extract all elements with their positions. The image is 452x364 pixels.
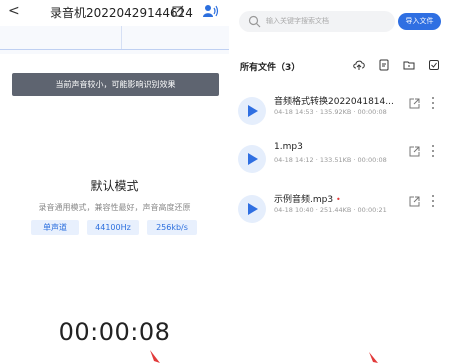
document-icon[interactable]	[378, 59, 390, 71]
list-item[interactable]: 1.mp3 04-18 14:12 · 133.51KB · 00:00:08	[231, 138, 452, 178]
play-icon	[248, 105, 258, 117]
folder-icon[interactable]	[403, 59, 415, 71]
mode-title: 默认模式	[90, 179, 139, 193]
bitrate-chip: 256kb/s	[147, 220, 197, 235]
low-volume-hint: 当前声音较小，可能影响识别效果	[12, 73, 219, 96]
search-placeholder: 输入关键字搜索文档	[266, 17, 329, 25]
share-icon[interactable]	[409, 196, 420, 207]
more-icon[interactable]	[431, 144, 435, 158]
recording-timer: 00:00:08	[58, 318, 171, 346]
file-meta: 04-18 14:12 · 133.51KB · 00:00:08	[274, 156, 387, 164]
select-check-icon[interactable]	[428, 59, 440, 71]
share-icon[interactable]	[409, 98, 420, 109]
all-files-heading: 所有文件（3）	[240, 63, 301, 73]
voice-settings-icon[interactable]	[203, 4, 219, 18]
cloud-upload-icon[interactable]	[353, 59, 365, 71]
file-name: 1.mp3	[274, 142, 303, 152]
edit-icon[interactable]	[172, 5, 184, 17]
list-item[interactable]: 示例音频.mp3 • 04-18 10:40 · 251.44KB · 00:0…	[231, 188, 452, 228]
pointer-arrow-icon	[150, 350, 160, 363]
pointer-arrow-icon	[369, 352, 378, 363]
back-icon[interactable]: <	[8, 3, 20, 19]
search-icon	[248, 15, 261, 28]
waveform-marker	[121, 26, 122, 50]
file-meta: 04-18 10:40 · 251.44KB · 00:00:21	[274, 206, 387, 214]
list-item[interactable]: 音频格式转换2022041814... 04-18 14:53 · 135.92…	[231, 90, 452, 130]
mode-description: 录音通用模式，兼容性最好，声音高度还原	[38, 203, 191, 212]
sample-rate-chip: 44100Hz	[87, 220, 139, 235]
channel-chip: 单声道	[31, 220, 79, 235]
new-badge: •	[335, 195, 341, 204]
search-input[interactable]: 输入关键字搜索文档	[239, 11, 395, 32]
share-icon[interactable]	[409, 146, 420, 157]
play-icon	[248, 153, 258, 165]
play-button[interactable]	[238, 195, 266, 223]
more-icon[interactable]	[431, 194, 435, 208]
play-button[interactable]	[238, 97, 266, 125]
play-button[interactable]	[238, 145, 266, 173]
file-name: 示例音频.mp3 •	[274, 195, 341, 205]
import-file-button[interactable]: 导入文件	[398, 13, 441, 30]
file-meta: 04-18 14:53 · 135.92KB · 00:00:08	[274, 108, 387, 116]
play-icon	[248, 203, 258, 215]
recorder-top-bar: < 录音机20220429144624	[0, 0, 229, 26]
file-list-panel: 输入关键字搜索文档 导入文件 所有文件（3） 音频格式转换2022041814.…	[231, 0, 452, 364]
file-name: 音频格式转换2022041814...	[274, 97, 394, 107]
recorder-panel: < 录音机20220429144624 当前声音较小，可能影响识别效果 默认模式…	[0, 0, 229, 364]
waveform-baseline	[0, 49, 229, 50]
more-icon[interactable]	[431, 96, 435, 110]
